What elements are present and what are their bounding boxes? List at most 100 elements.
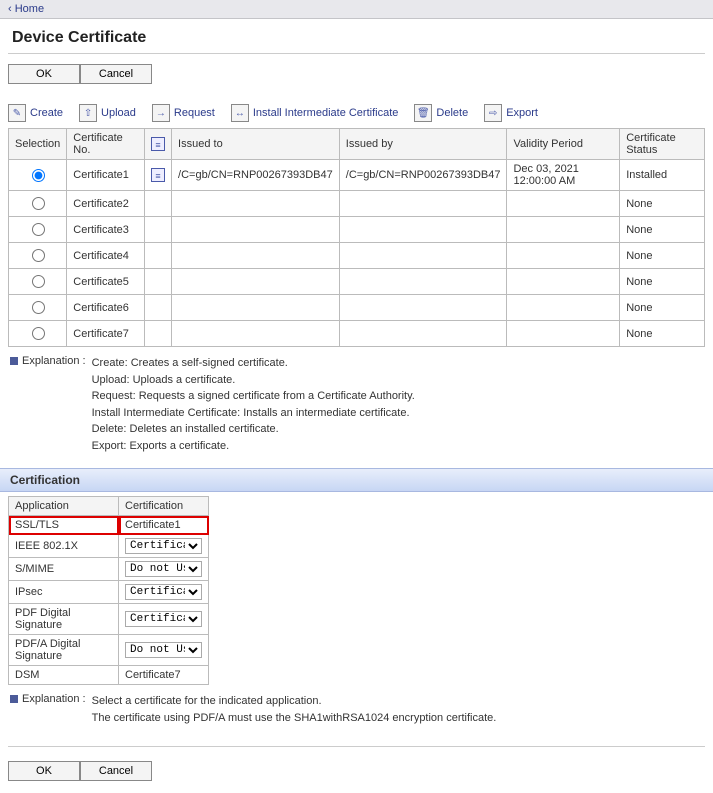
issued-by: /C=gb/CN=RNP00267393DB47 [339, 160, 507, 191]
delete-button[interactable]: 🗑 Delete [414, 104, 468, 122]
issued-by [339, 295, 507, 321]
explanation-line: Create: Creates a self-signed certificat… [92, 355, 415, 372]
app-select-pdf[interactable]: Certificate1 [125, 611, 202, 627]
install-label: Install Intermediate Certificate [253, 107, 399, 119]
issued-to [172, 321, 340, 347]
status: None [620, 321, 705, 347]
cancel-button-bottom[interactable]: Cancel [80, 761, 152, 781]
col-issued-to: Issued to [172, 129, 340, 160]
delete-icon: 🗑 [414, 104, 432, 122]
explanation-line: Request: Requests a signed certificate f… [92, 388, 415, 405]
home-link[interactable]: Home [8, 3, 44, 15]
explanation-line: Delete: Deletes an installed certificate… [92, 421, 415, 438]
app-select-ieee[interactable]: Certificate2 [125, 538, 202, 554]
select-radio[interactable] [32, 301, 45, 314]
explanation-line: Select a certificate for the indicated a… [92, 693, 497, 710]
app-name-dsm: DSM [9, 666, 119, 685]
export-icon: ⇨ [484, 104, 502, 122]
validity [507, 243, 620, 269]
validity [507, 321, 620, 347]
col-certification: Certification [119, 497, 209, 516]
col-validity: Validity Period [507, 129, 620, 160]
issued-by [339, 191, 507, 217]
issued-to [172, 295, 340, 321]
request-button[interactable]: → Request [152, 104, 215, 122]
explanation-line: Install Intermediate Certificate: Instal… [92, 405, 415, 422]
cert-no: Certificate6 [67, 295, 145, 321]
cert-no: Certificate5 [67, 269, 145, 295]
cert-no: Certificate1 [67, 160, 145, 191]
table-row: Certificate1 ≡ /C=gb/CN=RNP00267393DB47/C=… [9, 160, 705, 191]
issued-by [339, 321, 507, 347]
app-select-smime[interactable]: Do not Use [125, 561, 202, 577]
select-radio[interactable] [32, 223, 45, 236]
table-row: Certificate6 None [9, 295, 705, 321]
request-icon: → [152, 104, 170, 122]
bullet-icon [10, 357, 18, 365]
export-button[interactable]: ⇨ Export [484, 104, 538, 122]
status: None [620, 217, 705, 243]
app-select-pdfa[interactable]: Do not Use [125, 642, 202, 658]
issued-to: /C=gb/CN=RNP00267393DB47 [172, 160, 340, 191]
app-row-ieee: IEEE 802.1X Certificate2 [9, 535, 209, 558]
explanation-line: Export: Exports a certificate. [92, 438, 415, 455]
explanation-label: Explanation : [22, 355, 86, 367]
delete-label: Delete [436, 107, 468, 119]
explanation-line: Upload: Uploads a certificate. [92, 372, 415, 389]
bullet-icon [10, 695, 18, 703]
cancel-button[interactable]: Cancel [80, 64, 152, 84]
validity: Dec 03, 2021 12:00:00 AM [507, 160, 620, 191]
select-radio[interactable] [32, 249, 45, 262]
status: Installed [620, 160, 705, 191]
validity [507, 295, 620, 321]
create-icon: ✎ [8, 104, 26, 122]
status: None [620, 295, 705, 321]
select-radio[interactable] [32, 327, 45, 340]
page-title: Device Certificate [0, 19, 713, 53]
issued-to [172, 243, 340, 269]
app-value-ssl: Certificate1 [119, 516, 209, 535]
issued-to [172, 217, 340, 243]
validity [507, 217, 620, 243]
create-button[interactable]: ✎ Create [8, 104, 63, 122]
status: None [620, 269, 705, 295]
issued-by [339, 217, 507, 243]
issued-to [172, 191, 340, 217]
app-name-ssl: SSL/TLS [9, 516, 119, 535]
col-selection: Selection [9, 129, 67, 160]
request-label: Request [174, 107, 215, 119]
detail-icon[interactable]: ≡ [151, 168, 165, 182]
upload-button[interactable]: ⇧Upload [79, 104, 136, 122]
table-row: Certificate4None [9, 243, 705, 269]
install-icon: ↔ [231, 104, 249, 122]
app-name-ieee: IEEE 802.1X [9, 535, 119, 558]
detail-header-icon: ≡ [151, 137, 165, 151]
select-radio[interactable] [32, 197, 45, 210]
app-row-pdfa: PDF/A Digital Signature Do not Use [9, 635, 209, 666]
app-select-ipsec[interactable]: Certificate1 [125, 584, 202, 600]
divider [8, 53, 705, 54]
select-radio[interactable] [32, 169, 45, 182]
explanation-line: The certificate using PDF/A must use the… [92, 710, 497, 727]
app-name-ipsec: IPsec [9, 581, 119, 604]
app-row-ssl: SSL/TLS Certificate1 [9, 516, 209, 535]
app-name-pdf: PDF Digital Signature [9, 604, 119, 635]
cert-no: Certificate7 [67, 321, 145, 347]
col-issued-by: Issued by [339, 129, 507, 160]
select-radio[interactable] [32, 275, 45, 288]
issued-by [339, 243, 507, 269]
ok-button[interactable]: OK [8, 64, 80, 84]
create-label: Create [30, 107, 63, 119]
app-name-smime: S/MIME [9, 558, 119, 581]
validity [507, 269, 620, 295]
table-row: Certificate2None [9, 191, 705, 217]
install-intermediate-button[interactable]: ↔ Install Intermediate Certificate [231, 104, 399, 122]
table-row: Certificate3None [9, 217, 705, 243]
ok-button-bottom[interactable]: OK [8, 761, 80, 781]
cert-no: Certificate2 [67, 191, 145, 217]
app-row-smime: S/MIME Do not Use [9, 558, 209, 581]
col-cert-no: Certificate No. [67, 129, 145, 160]
app-row-dsm: DSM Certificate7 [9, 666, 209, 685]
application-table: Application Certification SSL/TLS Certif… [8, 496, 209, 685]
export-label: Export [506, 107, 538, 119]
